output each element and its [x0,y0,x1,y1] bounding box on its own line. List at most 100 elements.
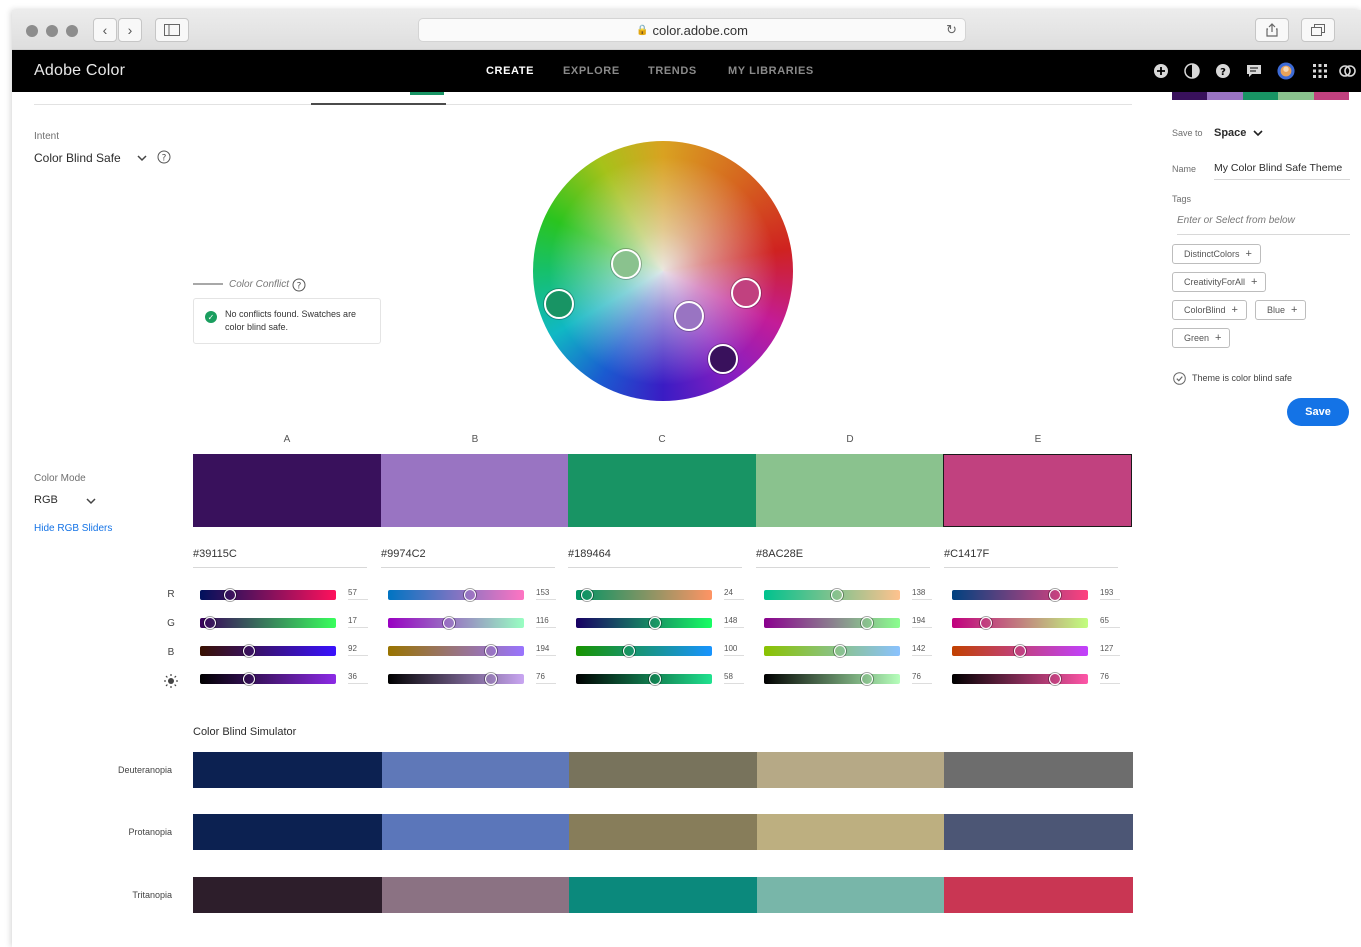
tabs-overview-button[interactable] [1301,18,1335,42]
value-d-blue[interactable]: 142 [912,644,932,656]
help-icon[interactable]: ? [1214,62,1232,80]
slider-knob[interactable] [861,673,874,685]
slider-a-green[interactable] [200,617,336,629]
slider-d-green[interactable] [764,617,900,629]
theme-name-input[interactable]: My Color Blind Safe Theme [1214,162,1350,180]
slider-e-red[interactable] [952,589,1088,601]
value-e-red[interactable]: 193 [1100,588,1120,600]
nav-trends[interactable]: TRENDS [648,65,697,77]
wheel-handle-c[interactable] [544,289,574,319]
swatch-e-selected[interactable] [943,454,1132,527]
slider-knob[interactable] [831,589,844,601]
plus-circle-icon[interactable] [1152,62,1170,80]
swatch-a[interactable] [193,454,381,527]
save-button[interactable]: Save [1287,398,1349,426]
creative-cloud-icon[interactable] [1338,62,1356,80]
slider-knob[interactable] [1014,645,1026,657]
save-to-dropdown-value[interactable]: Space [1214,127,1246,139]
slider-e-blue[interactable] [952,645,1088,657]
nav-explore[interactable]: EXPLORE [563,65,620,77]
slider-knob[interactable] [834,645,847,657]
intent-dropdown-value[interactable]: Color Blind Safe [34,151,121,165]
value-e-blue[interactable]: 127 [1100,644,1120,656]
reload-icon[interactable]: ↻ [946,22,957,38]
value-b-red[interactable]: 153 [536,588,556,600]
feedback-icon[interactable] [1245,62,1263,80]
tag-chip-distinctcolors[interactable]: DistinctColors + [1172,244,1261,264]
tags-input[interactable]: Enter or Select from below [1177,215,1350,235]
slider-knob[interactable] [861,617,874,629]
wheel-handle-b[interactable] [674,301,704,331]
slider-b-red[interactable] [388,589,524,601]
address-bar[interactable]: 🔒 color.adobe.com ↻ [418,18,966,42]
slider-knob[interactable] [203,617,216,629]
hex-field-d[interactable]: #8AC28E [756,548,930,568]
slider-b-blue[interactable] [388,645,524,657]
avatar[interactable] [1277,62,1295,80]
slider-b-green[interactable] [388,617,524,629]
close-window-dot[interactable] [26,25,38,37]
slider-knob[interactable] [648,617,661,629]
slider-knob[interactable] [443,617,456,629]
minimize-window-dot[interactable] [46,25,58,37]
slider-a-brightness[interactable] [200,673,336,685]
value-b-brightness[interactable]: 76 [536,672,556,684]
color-mode-dropdown-value[interactable]: RGB [34,494,58,506]
sidebar-toggle-button[interactable] [155,18,189,42]
nav-create[interactable]: CREATE [486,65,534,77]
info-icon[interactable]: ? [157,150,171,164]
slider-knob[interactable] [580,589,593,601]
hex-field-b[interactable]: #9974C2 [381,548,555,568]
slider-knob[interactable] [463,589,476,601]
tag-chip-green[interactable]: Green + [1172,328,1231,348]
zoom-window-dot[interactable] [66,25,78,37]
tag-chip-creativityforall[interactable]: CreativityForAll + [1172,272,1267,292]
slider-knob[interactable] [242,673,255,685]
value-c-green[interactable]: 148 [724,616,744,628]
hide-rgb-sliders-link[interactable]: Hide RGB Sliders [34,523,112,534]
slider-c-red[interactable] [576,589,712,601]
slider-a-blue[interactable] [200,645,336,657]
value-e-green[interactable]: 65 [1100,616,1120,628]
value-a-red[interactable]: 57 [348,588,368,600]
wheel-handle-a[interactable] [708,344,738,374]
slider-d-brightness[interactable] [764,673,900,685]
value-a-brightness[interactable]: 36 [348,672,368,684]
apps-grid-icon[interactable] [1311,62,1329,80]
slider-knob[interactable] [485,645,498,657]
contrast-icon[interactable] [1183,62,1201,80]
swatch-b[interactable] [381,454,568,527]
value-e-brightness[interactable]: 76 [1100,672,1120,684]
slider-knob[interactable] [648,673,661,685]
slider-knob[interactable] [980,617,992,629]
nav-my-libraries[interactable]: MY LIBRARIES [728,65,814,77]
slider-c-green[interactable] [576,617,712,629]
slider-d-red[interactable] [764,589,900,601]
slider-knob[interactable] [242,645,255,657]
wheel-handle-d[interactable] [611,249,641,279]
app-brand[interactable]: Adobe Color [34,62,125,80]
value-a-blue[interactable]: 92 [348,644,368,656]
value-c-brightness[interactable]: 58 [724,672,744,684]
slider-knob[interactable] [1049,673,1062,685]
value-a-green[interactable]: 17 [348,616,368,628]
chevron-down-icon[interactable] [137,154,147,162]
value-d-red[interactable]: 138 [912,588,932,600]
value-b-green[interactable]: 116 [536,616,556,628]
back-button[interactable]: ‹ [93,18,117,42]
swatch-d[interactable] [756,454,943,527]
forward-button[interactable]: › [118,18,142,42]
slider-c-blue[interactable] [576,645,712,657]
tag-chip-blue[interactable]: Blue + [1255,300,1307,320]
wheel-handle-e[interactable] [731,278,761,308]
slider-knob[interactable] [485,673,498,685]
chevron-down-icon[interactable] [1253,129,1263,137]
slider-b-brightness[interactable] [388,673,524,685]
tag-chip-colorblind[interactable]: ColorBlind + [1172,300,1247,320]
value-d-green[interactable]: 194 [912,616,932,628]
slider-knob[interactable] [223,589,236,601]
share-button[interactable] [1255,18,1289,42]
value-c-blue[interactable]: 100 [724,644,744,656]
slider-d-blue[interactable] [764,645,900,657]
slider-knob[interactable] [623,645,636,657]
